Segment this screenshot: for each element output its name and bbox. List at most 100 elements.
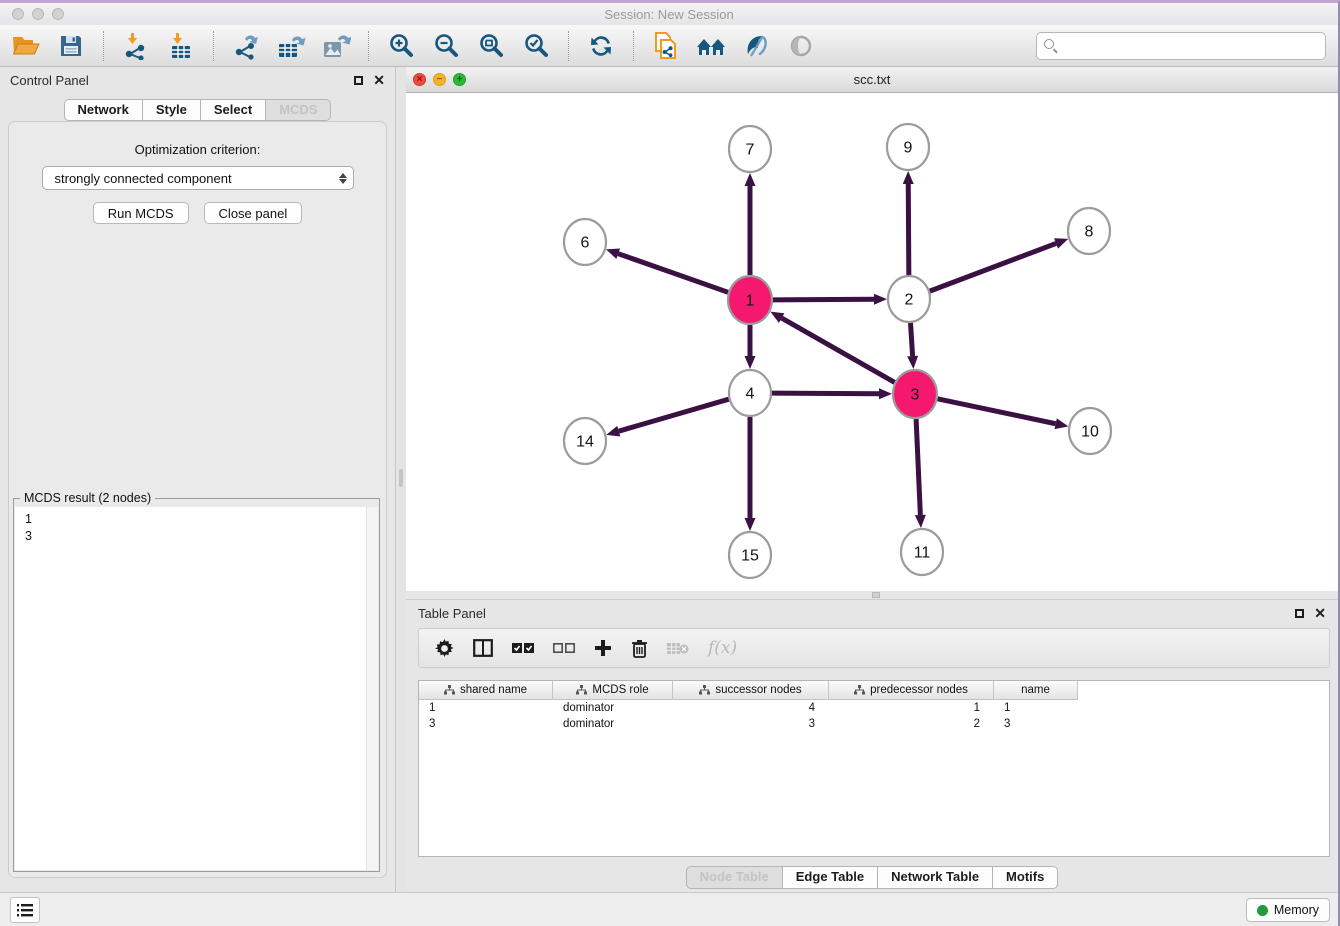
table-panel-title: Table Panel	[418, 606, 486, 621]
edge-arrowhead	[745, 518, 756, 531]
panel-divider[interactable]	[396, 67, 406, 892]
export-network-icon[interactable]	[230, 30, 262, 62]
import-table-icon[interactable]	[165, 30, 197, 62]
float-panel-icon[interactable]	[354, 76, 363, 85]
tab-motifs[interactable]: Motifs	[993, 866, 1058, 889]
edge-3-11[interactable]	[916, 419, 920, 515]
tab-network[interactable]: Network	[64, 99, 143, 121]
tab-mcds[interactable]: MCDS	[266, 99, 331, 121]
column-header-successor-nodes[interactable]: successor nodes	[673, 681, 829, 700]
add-column-icon[interactable]	[594, 639, 612, 657]
show-all-icon[interactable]	[785, 30, 817, 62]
column-header-name[interactable]: name	[994, 681, 1078, 700]
unselect-all-columns-icon[interactable]	[553, 642, 575, 654]
table-cell[interactable]: 4	[673, 700, 829, 716]
export-table-icon[interactable]	[275, 30, 307, 62]
apply-layout-icon[interactable]	[585, 30, 617, 62]
horizontal-divider[interactable]	[406, 591, 1338, 599]
edge-2-9[interactable]	[908, 184, 909, 275]
mcds-tab-content: Optimization criterion: strongly connect…	[8, 121, 387, 878]
function-builder-icon[interactable]: f(x)	[708, 638, 737, 658]
divider-grip[interactable]	[872, 592, 880, 598]
hierarchy-icon	[576, 685, 587, 695]
column-header-shared-name[interactable]: shared name	[419, 681, 553, 700]
column-header-predecessor-nodes[interactable]: predecessor nodes	[829, 681, 994, 700]
table-settings-gear-icon[interactable]	[435, 639, 454, 658]
edge-4-14[interactable]	[619, 399, 729, 431]
tab-node-table[interactable]: Node Table	[686, 866, 783, 889]
criterion-select[interactable]: strongly connected component	[42, 166, 354, 190]
network-canvas[interactable]: 7968124314101511	[406, 93, 1338, 591]
node-label: 8	[1085, 224, 1094, 241]
save-session-icon[interactable]	[55, 30, 87, 62]
table-cell[interactable]: 1	[829, 700, 994, 716]
hide-selected-icon[interactable]	[740, 30, 772, 62]
edge-2-3[interactable]	[911, 323, 913, 356]
column-header-label: shared name	[460, 684, 527, 696]
column-header-label: successor nodes	[715, 684, 801, 696]
table-cell[interactable]: 1	[419, 700, 553, 716]
zoom-in-icon[interactable]	[385, 30, 417, 62]
table-cell[interactable]: 1	[994, 700, 1078, 716]
close-panel-icon[interactable]: ✕	[373, 76, 385, 85]
memory-status-icon	[1257, 905, 1268, 916]
zoom-selected-icon[interactable]	[520, 30, 552, 62]
tab-style[interactable]: Style	[143, 99, 201, 121]
edge-arrowhead	[606, 426, 620, 437]
edge-4-3[interactable]	[772, 393, 879, 394]
table-cell[interactable]: 3	[994, 716, 1078, 732]
tab-network-table[interactable]: Network Table	[878, 866, 993, 889]
edge-1-6[interactable]	[618, 254, 728, 293]
delete-column-icon[interactable]	[631, 639, 648, 658]
os-titlebar: Session: New Session	[0, 3, 1338, 25]
edge-1-2[interactable]	[773, 299, 874, 300]
column-header-label: predecessor nodes	[870, 684, 968, 696]
table-cell[interactable]: 3	[673, 716, 829, 732]
first-neighbors-icon[interactable]	[695, 30, 727, 62]
table-cell[interactable]: dominator	[553, 700, 673, 716]
node-label: 10	[1081, 424, 1099, 441]
node-table: shared name MCDS role successor nodes prede…	[418, 680, 1330, 857]
node-label: 14	[576, 434, 594, 451]
close-panel-icon[interactable]: ✕	[1314, 609, 1326, 618]
tab-edge-table[interactable]: Edge Table	[783, 866, 878, 889]
mcds-result-group: MCDS result (2 nodes) 1 3	[13, 498, 380, 872]
zoom-fit-icon[interactable]	[475, 30, 507, 62]
task-history-button[interactable]	[10, 897, 40, 923]
table-cell[interactable]: dominator	[553, 716, 673, 732]
network-graph[interactable]: 7968124314101511	[406, 93, 1338, 591]
column-header-MCDS-role[interactable]: MCDS role	[553, 681, 673, 700]
table-row[interactable]: 1dominator411	[419, 700, 1329, 716]
float-panel-icon[interactable]	[1295, 609, 1304, 618]
edge-3-1[interactable]	[782, 318, 895, 382]
edge-arrowhead	[1054, 238, 1068, 248]
zoom-out-icon[interactable]	[430, 30, 462, 62]
edge-2-8[interactable]	[930, 243, 1056, 291]
node-label: 11	[914, 545, 931, 562]
column-layout-icon[interactable]	[473, 639, 493, 657]
memory-button[interactable]: Memory	[1246, 898, 1330, 922]
toolbar-separator	[213, 31, 214, 61]
network-window-titlebar[interactable]: ×−+ scc.txt	[406, 67, 1338, 93]
search-input[interactable]	[1036, 32, 1326, 60]
toolbar-separator	[368, 31, 369, 61]
table-row[interactable]: 3dominator323	[419, 716, 1329, 732]
delete-table-icon[interactable]	[667, 641, 689, 656]
copy-network-icon[interactable]	[650, 30, 682, 62]
table-cell[interactable]: 2	[829, 716, 994, 732]
select-all-columns-icon[interactable]	[512, 642, 534, 654]
node-label: 6	[581, 235, 590, 252]
open-session-icon[interactable]	[10, 30, 42, 62]
import-network-icon[interactable]	[120, 30, 152, 62]
result-scrollbar[interactable]	[366, 507, 378, 870]
divider-grip[interactable]	[399, 469, 403, 487]
edge-3-10[interactable]	[938, 399, 1056, 424]
run-mcds-button[interactable]: Run MCDS	[93, 202, 189, 224]
edge-arrowhead	[879, 388, 892, 399]
mcds-result-list[interactable]: 1 3	[15, 507, 378, 870]
table-cell[interactable]: 3	[419, 716, 553, 732]
tab-select[interactable]: Select	[201, 99, 266, 121]
control-panel-header: Control Panel ✕	[0, 67, 395, 93]
export-image-icon[interactable]	[320, 30, 352, 62]
close-panel-button[interactable]: Close panel	[204, 202, 303, 224]
